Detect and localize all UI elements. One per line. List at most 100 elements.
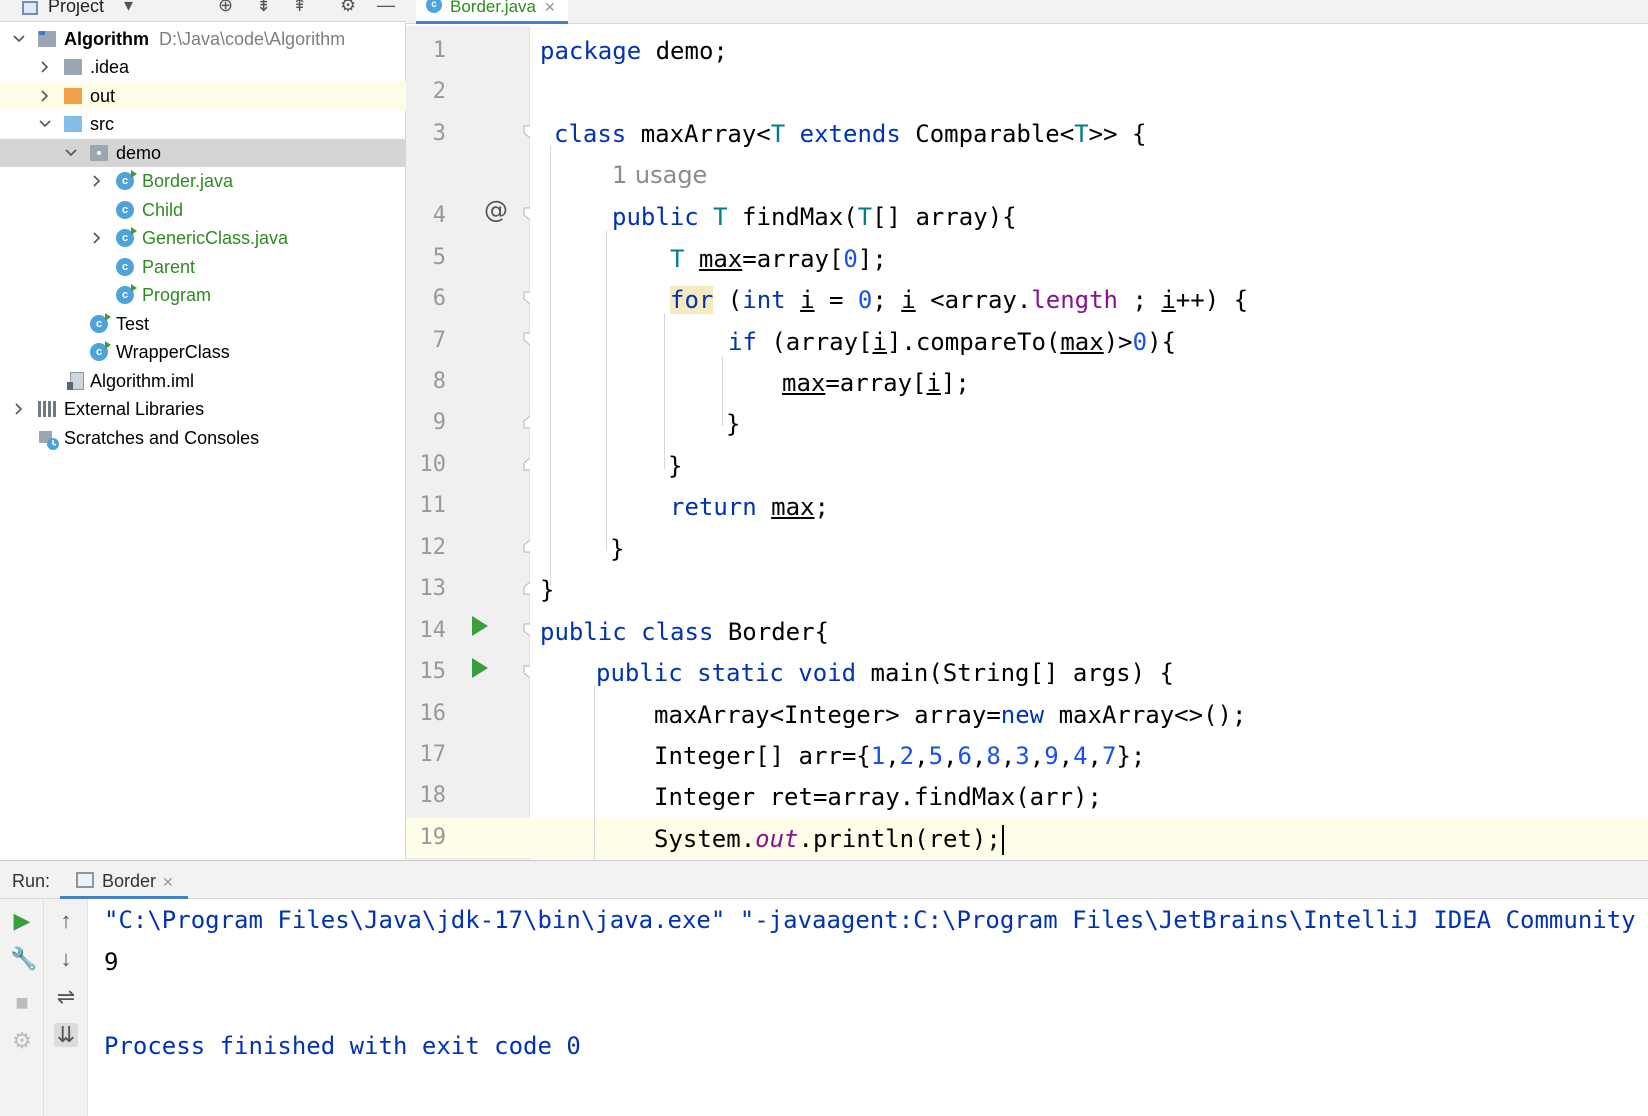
chevron-down-icon[interactable] [36,110,54,138]
java-class-runnable-icon: c [116,227,137,247]
code-text: ; [872,286,902,314]
code-line: public static void main(String[] args) { [596,656,1174,690]
implements-method-icon[interactable]: @ [484,196,508,224]
chevron-down-icon[interactable] [10,25,28,53]
line-number: 8 [432,369,446,394]
line-number: 3 [432,121,446,146]
tree-item-border-java[interactable]: c Border.java [0,167,406,195]
editor-gutter[interactable]: 1 2 3 4 5 6 7 8 9 10 11 12 13 14 15 16 1… [406,26,537,860]
tree-item-idea[interactable]: .idea [0,53,406,81]
tree-item-child[interactable]: c Child [0,196,406,224]
chevron-right-icon[interactable] [88,167,106,195]
settings-icon[interactable]: ⚙ [10,1029,34,1053]
line-number: 12 [419,535,447,560]
variable: max [1060,328,1104,356]
code-text: ; [814,493,829,521]
tree-item-scratches[interactable]: Scratches and Consoles [0,424,406,452]
tree-item-demo[interactable]: demo [0,139,406,167]
run-tab-border[interactable]: Border ✕ [60,861,188,899]
variable: i [901,286,916,314]
code-text: , [1058,742,1074,770]
usage-hint[interactable]: 1 usage [612,158,707,192]
code-line: class maxArray<T extends Comparable<T>> … [554,117,1146,151]
tree-item-test[interactable]: c Test [0,310,406,338]
chevron-down-icon[interactable]: ▾ [124,0,133,15]
number: 7 [1102,742,1117,770]
soft-wrap-icon[interactable]: ⇌ [54,985,78,1009]
number: 6 [957,742,972,770]
hide-icon[interactable]: — [377,0,395,15]
tree-item-algorithm-iml[interactable]: Algorithm.iml [0,367,406,395]
tree-item-label: Scratches and Consoles [64,428,260,448]
code-text: }; [1116,742,1146,770]
chevron-right-icon[interactable] [36,53,54,81]
stop-icon[interactable]: ■ [10,991,34,1015]
code-text: System. [654,825,756,853]
arrow-up-icon[interactable]: ↑ [54,909,78,933]
code-text: ( [713,286,743,314]
tree-item-src[interactable]: src [0,110,406,138]
close-icon[interactable]: ✕ [544,0,556,15]
tab-border-java[interactable]: c Border.java ✕ [416,0,568,24]
tree-item-program[interactable]: c Program [0,281,406,309]
project-path: D:\Java\code\Algorithm [159,29,346,49]
iml-file-icon [67,372,84,390]
code-text: ){ [1147,328,1176,356]
code-line: return max; [670,490,829,524]
code-line: } [668,452,683,480]
run-main-icon[interactable] [472,658,488,678]
keyword: class [554,120,627,148]
code-line: } [726,410,741,438]
code-line: Integer[] arr={1,2,5,6,8,3,9,4,7}; [654,739,1145,773]
number: 9 [1044,742,1059,770]
locate-file-icon[interactable]: ⊕ [218,0,233,15]
rerun-icon[interactable]: ▶ [10,909,34,933]
console-icon [76,872,94,888]
code-text: , [971,742,987,770]
number: 3 [1015,742,1030,770]
run-class-icon[interactable] [472,616,488,636]
chevron-right-icon[interactable] [10,395,28,423]
code-editor[interactable]: package demo; class maxArray<T extends C… [530,26,1648,860]
line-number: 19 [419,825,447,850]
project-title-dropdown[interactable]: Project [48,0,104,17]
keyword: package [540,37,642,65]
number: 8 [986,742,1001,770]
code-text: ]; [857,245,887,273]
close-icon[interactable]: ✕ [162,874,174,890]
indent-guide [550,146,551,586]
line-number: 16 [419,701,447,726]
tree-item-label: Border.java [142,171,234,191]
tree-item-external-libraries[interactable]: External Libraries [0,395,406,423]
code-text: , [943,742,958,770]
java-class-runnable-icon: c [116,170,137,190]
tree-item-wrapperclass[interactable]: c WrapperClass [0,338,406,366]
chevron-right-icon[interactable] [88,224,106,252]
wrench-icon[interactable]: 🔧 [10,947,37,971]
tree-item-genericclass-java[interactable]: c GenericClass.java [0,224,406,252]
excluded-folder-icon [64,88,82,104]
run-label: Run: [12,871,51,891]
chevron-right-icon[interactable] [36,82,54,110]
tree-item-parent[interactable]: c Parent [0,253,406,281]
number: 0 [1132,328,1148,356]
tree-item-algorithm[interactable]: Algorithm D:\Java\code\Algorithm [0,25,406,53]
code-text: , [1029,742,1045,770]
arrow-down-icon[interactable]: ↓ [54,947,78,971]
tree-item-out[interactable]: out [0,82,406,110]
code-text: Comparable< [900,120,1075,148]
code-line: max=array[i]; [782,366,970,400]
code-line: public class Border{ [540,615,829,649]
chevron-down-icon[interactable] [62,139,80,167]
code-line: Integer ret=array.findMax(arr); [654,783,1102,811]
code-line: for (int i = 0; i <array.length ; i++) { [670,283,1248,317]
code-line: if (array[i].compareTo(max)>0){ [728,325,1176,359]
java-class-runnable-icon: c [90,313,111,333]
console-output[interactable]: "C:\Program Files\Java\jdk-17\bin\java.e… [104,899,1648,1116]
expand-all-icon[interactable]: ⇟ [256,0,271,15]
scroll-to-end-icon[interactable]: ⇊ [54,1023,78,1047]
code-text: findMax( [727,203,858,231]
gear-icon[interactable]: ⚙ [340,0,356,15]
indent-guide [606,231,607,551]
collapse-all-icon[interactable]: ⇞ [292,0,307,15]
